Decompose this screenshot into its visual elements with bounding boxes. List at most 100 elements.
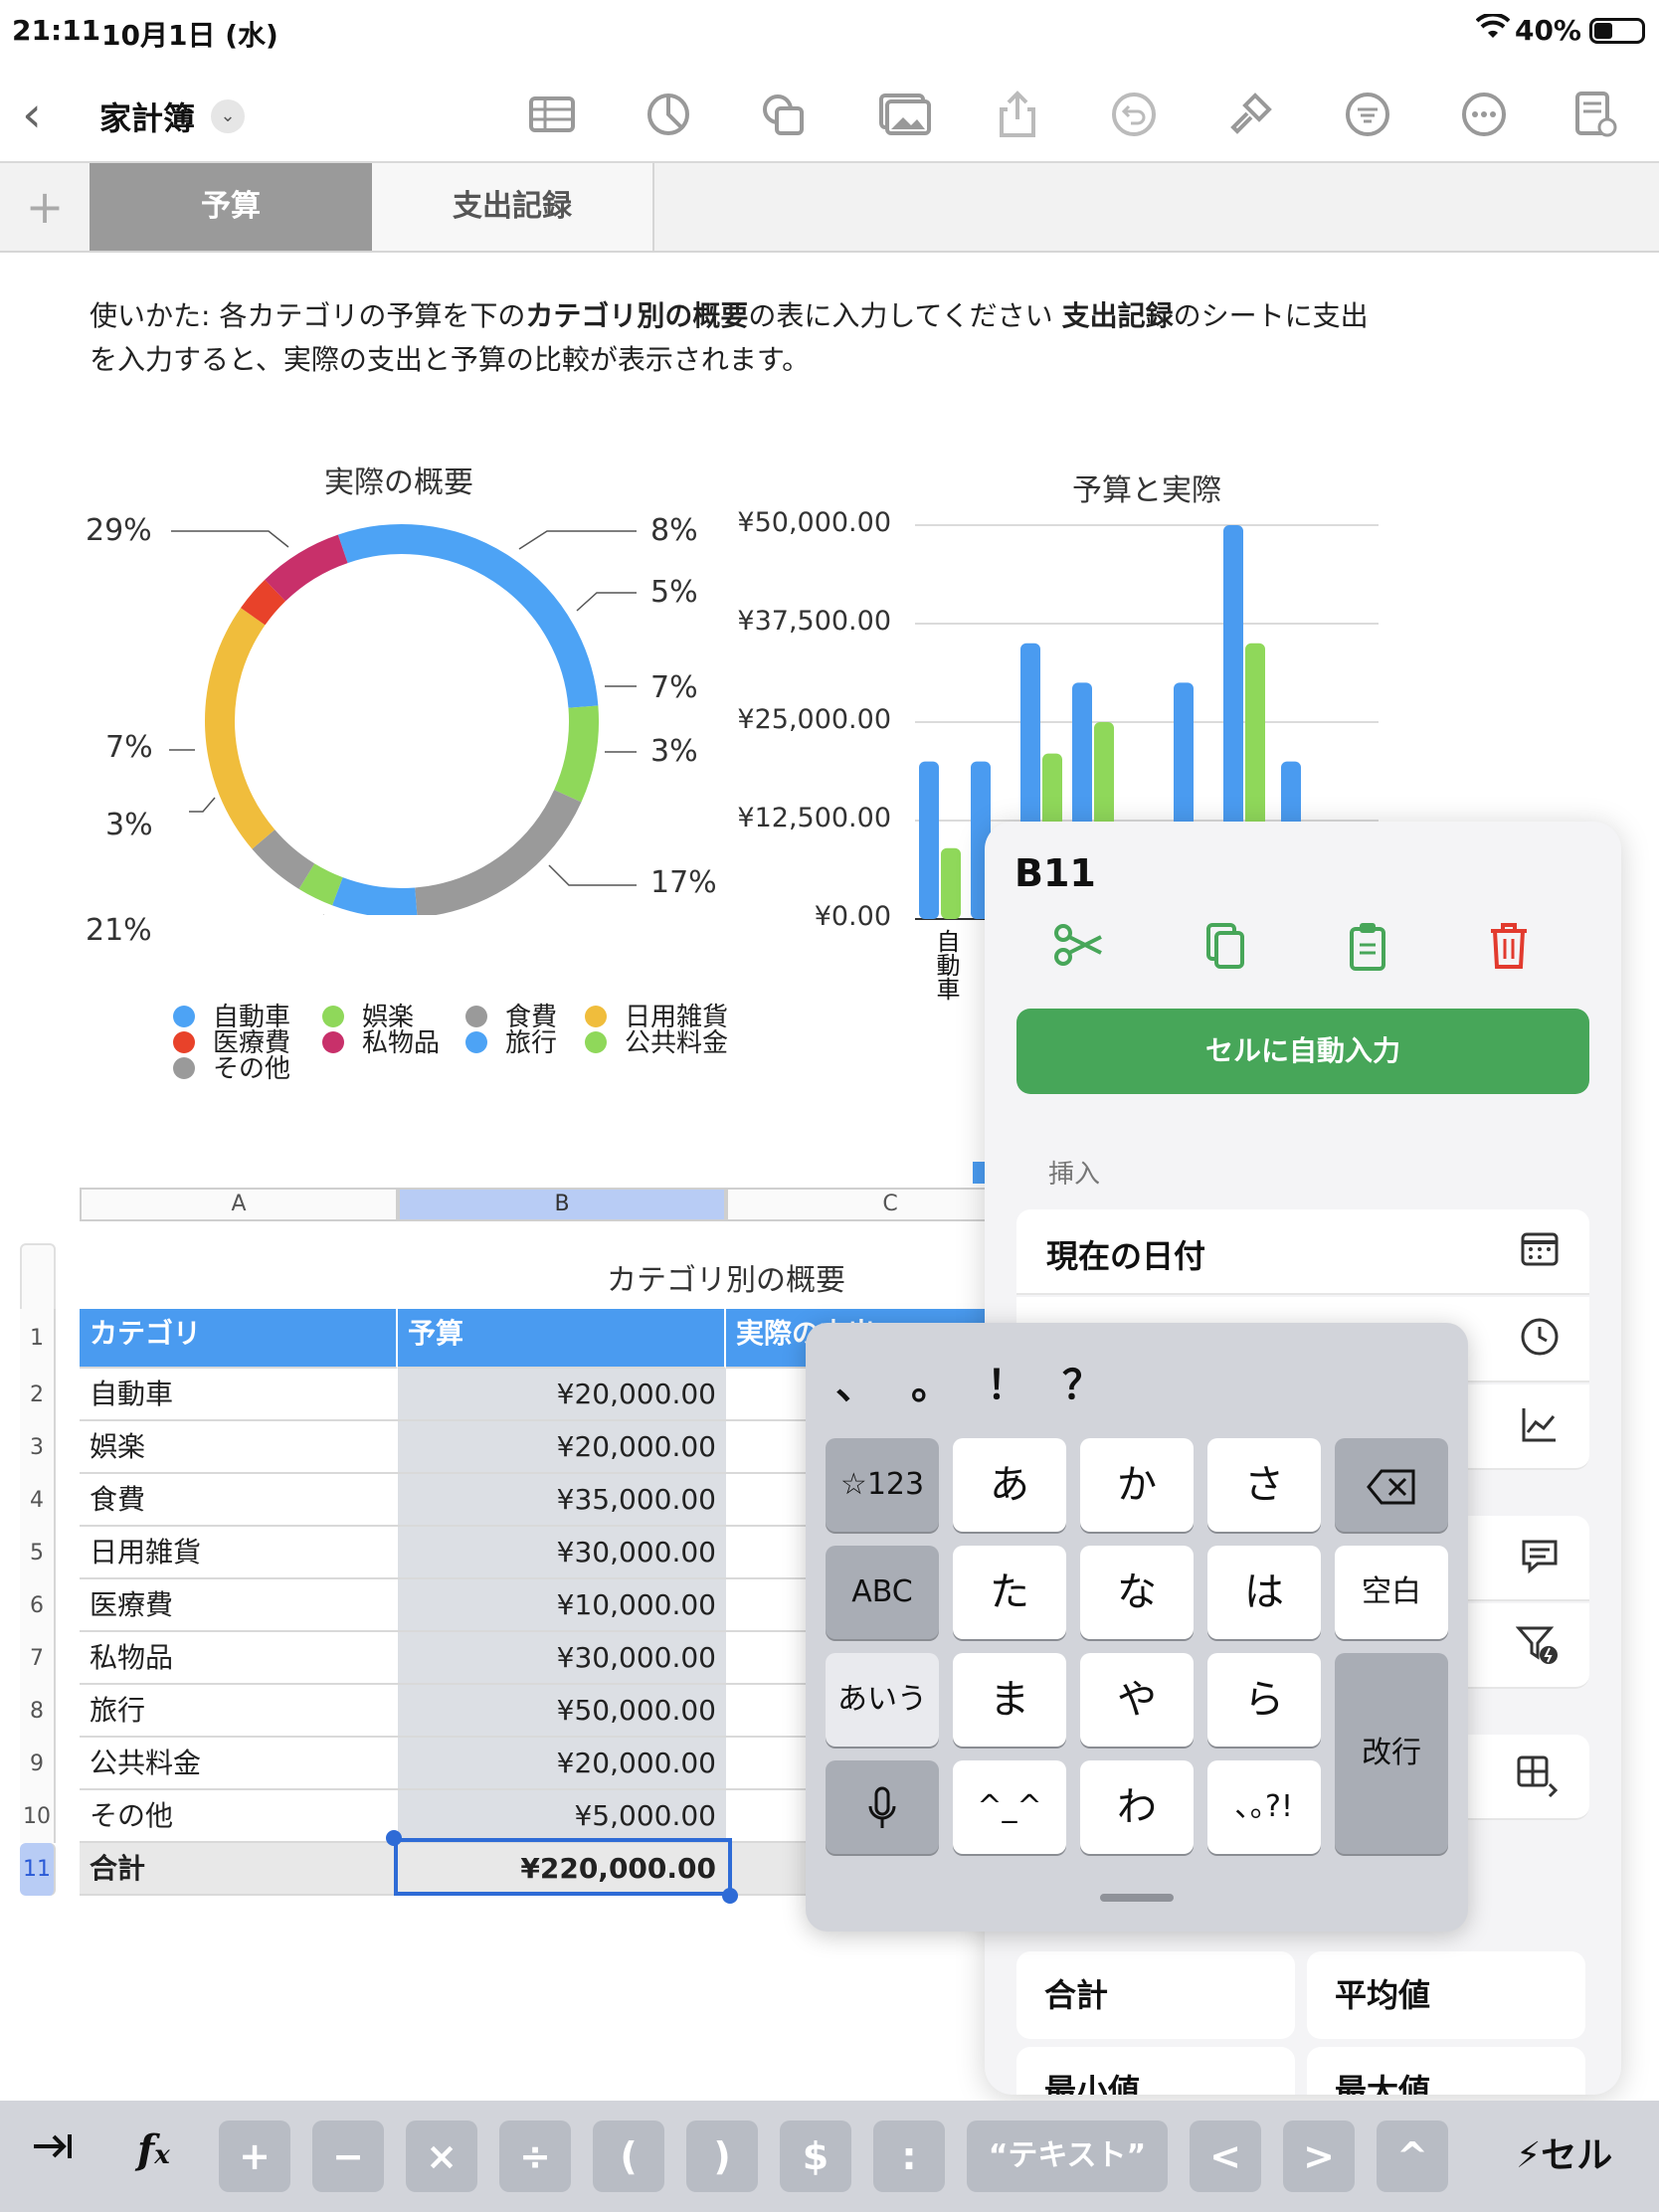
category-cell[interactable]: 娯楽: [80, 1421, 398, 1474]
key-emoticon[interactable]: ^_^: [953, 1760, 1066, 1854]
category-cell[interactable]: 医療費: [80, 1579, 398, 1632]
budget-cell[interactable]: ¥20,000.00: [398, 1421, 726, 1474]
key-na[interactable]: な: [1080, 1546, 1194, 1639]
column-header-a[interactable]: A: [80, 1188, 398, 1221]
return-key[interactable]: 改行: [1335, 1653, 1448, 1854]
shapes-icon[interactable]: [758, 90, 808, 139]
category-cell[interactable]: 公共料金: [80, 1738, 398, 1790]
key-a[interactable]: あ: [953, 1438, 1066, 1532]
row-header[interactable]: 10: [20, 1790, 56, 1843]
function-fx-icon[interactable]: fx: [137, 2126, 170, 2173]
operator-key[interactable]: (: [593, 2120, 664, 2192]
key-wa[interactable]: わ: [1080, 1760, 1194, 1854]
more-icon[interactable]: [1459, 90, 1509, 139]
row-header[interactable]: 2: [20, 1369, 56, 1421]
scissors-icon[interactable]: [1044, 917, 1114, 977]
operator-key[interactable]: ÷: [499, 2120, 571, 2192]
tab-expense-log[interactable]: 支出記録: [372, 163, 654, 251]
operator-key[interactable]: ^: [1377, 2120, 1448, 2192]
row-header[interactable]: 3: [20, 1421, 56, 1474]
punct-period-key[interactable]: 。: [911, 1353, 951, 1410]
key-ma[interactable]: ま: [953, 1653, 1066, 1747]
key-numbers-mode[interactable]: ☆123: [826, 1438, 939, 1532]
operator-key[interactable]: ): [686, 2120, 758, 2192]
operator-key[interactable]: +: [219, 2120, 290, 2192]
microphone-icon[interactable]: [826, 1760, 939, 1854]
budget-cell[interactable]: ¥20,000.00: [398, 1369, 726, 1421]
space-key[interactable]: 空白: [1335, 1546, 1448, 1639]
column-header-b[interactable]: B: [398, 1188, 726, 1221]
copy-icon[interactable]: [1190, 917, 1259, 977]
trash-icon[interactable]: [1474, 917, 1544, 977]
key-ta[interactable]: た: [953, 1546, 1066, 1639]
undo-icon[interactable]: [1109, 90, 1159, 139]
function-average-button[interactable]: 平均値: [1307, 1951, 1585, 2039]
reader-view-icon[interactable]: [1569, 90, 1619, 139]
row-header[interactable]: 9: [20, 1738, 56, 1790]
operator-key[interactable]: :: [873, 2120, 945, 2192]
key-sa[interactable]: さ: [1207, 1438, 1321, 1532]
media-icon[interactable]: [878, 90, 931, 139]
table-icon[interactable]: [527, 90, 577, 139]
back-chevron-icon[interactable]: ‹: [22, 86, 42, 143]
budget-cell[interactable]: ¥50,000.00: [398, 1685, 726, 1738]
tab-arrow-icon[interactable]: [30, 2126, 76, 2176]
budget-cell[interactable]: ¥10,000.00: [398, 1579, 726, 1632]
category-cell[interactable]: 食費: [80, 1474, 398, 1527]
operator-key[interactable]: <: [1190, 2120, 1261, 2192]
key-punctuation[interactable]: ､｡?!: [1207, 1760, 1321, 1854]
header-budget[interactable]: 予算: [398, 1309, 726, 1369]
cell-mode-button[interactable]: ⚡セル: [1516, 2126, 1612, 2178]
total-label-cell[interactable]: 合計: [80, 1843, 398, 1896]
operator-key[interactable]: ×: [406, 2120, 477, 2192]
row-header[interactable]: 1: [20, 1309, 56, 1369]
tab-budget[interactable]: 予算: [90, 163, 372, 251]
category-cell[interactable]: 自動車: [80, 1369, 398, 1421]
operator-key[interactable]: “テキスト”: [967, 2120, 1168, 2192]
budget-cell[interactable]: ¥20,000.00: [398, 1738, 726, 1790]
paste-icon[interactable]: [1333, 917, 1402, 977]
operator-key[interactable]: $: [780, 2120, 851, 2192]
key-ka[interactable]: か: [1080, 1438, 1194, 1532]
chevron-down-icon[interactable]: ⌄: [211, 99, 245, 133]
autofill-cells-button[interactable]: セルに自動入力: [1016, 1009, 1589, 1094]
key-abc-mode[interactable]: ABC: [826, 1546, 939, 1639]
category-cell[interactable]: 私物品: [80, 1632, 398, 1685]
row-header[interactable]: 11: [20, 1843, 56, 1896]
share-icon[interactable]: [993, 90, 1042, 139]
chart-icon[interactable]: [644, 90, 693, 139]
format-brush-icon[interactable]: [1225, 90, 1275, 139]
function-max-button[interactable]: 最大値: [1307, 2047, 1585, 2095]
punct-question-key[interactable]: ？: [1062, 1353, 1102, 1410]
add-sheet-button[interactable]: +: [0, 163, 90, 251]
key-kana-mode[interactable]: あいう: [826, 1653, 939, 1747]
selected-cell-b11[interactable]: [394, 1838, 732, 1896]
selection-handle[interactable]: [722, 1888, 738, 1904]
row-header[interactable]: 7: [20, 1632, 56, 1685]
row-header[interactable]: 8: [20, 1685, 56, 1738]
category-cell[interactable]: 旅行: [80, 1685, 398, 1738]
filter-icon[interactable]: [1343, 90, 1392, 139]
category-cell[interactable]: 日用雑貨: [80, 1527, 398, 1579]
donut-chart[interactable]: [0, 497, 736, 915]
budget-cell[interactable]: ¥5,000.00: [398, 1790, 726, 1843]
function-min-button[interactable]: 最小値: [1016, 2047, 1295, 2095]
category-cell[interactable]: その他: [80, 1790, 398, 1843]
header-category[interactable]: カテゴリ: [80, 1309, 398, 1369]
key-ra[interactable]: ら: [1207, 1653, 1321, 1747]
operator-key[interactable]: >: [1283, 2120, 1355, 2192]
row-header[interactable]: 6: [20, 1579, 56, 1632]
keyboard-grip[interactable]: [1100, 1894, 1174, 1902]
key-ha[interactable]: は: [1207, 1546, 1321, 1639]
row-header[interactable]: 5: [20, 1527, 56, 1579]
insert-current-date[interactable]: 現在の日付: [1016, 1209, 1589, 1295]
operator-key[interactable]: −: [312, 2120, 384, 2192]
backspace-key[interactable]: [1335, 1438, 1448, 1532]
punct-exclaim-key[interactable]: ！: [987, 1353, 1026, 1410]
budget-cell[interactable]: ¥35,000.00: [398, 1474, 726, 1527]
selection-handle[interactable]: [386, 1830, 402, 1846]
key-ya[interactable]: や: [1080, 1653, 1194, 1747]
punct-comma-key[interactable]: 、: [835, 1353, 875, 1410]
budget-cell[interactable]: ¥30,000.00: [398, 1632, 726, 1685]
budget-cell[interactable]: ¥30,000.00: [398, 1527, 726, 1579]
